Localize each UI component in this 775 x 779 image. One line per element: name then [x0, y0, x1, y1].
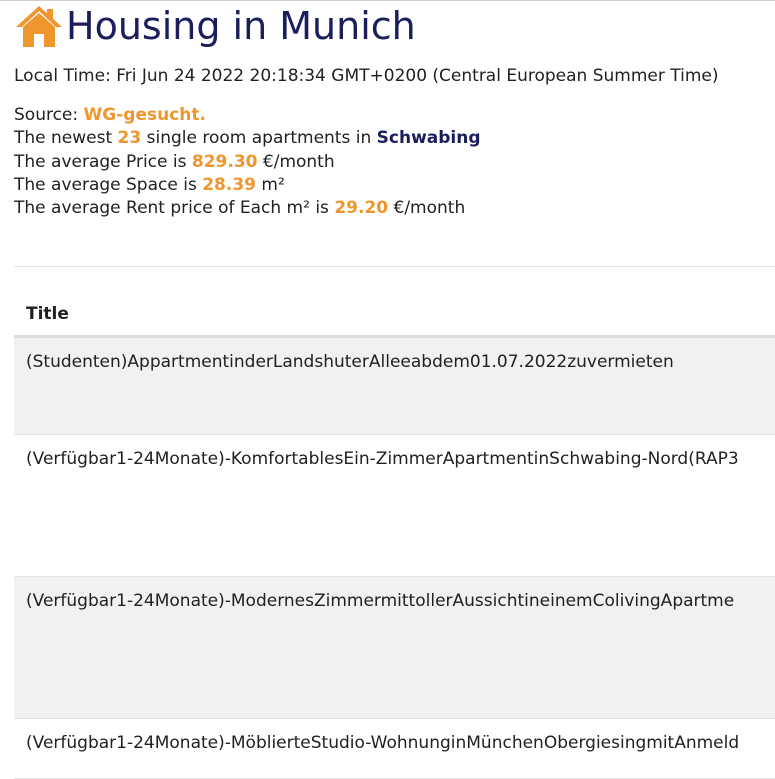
page-title: Housing in Munich	[66, 4, 416, 48]
avg-price-line: The average Price is 829.30 €/month	[14, 151, 481, 174]
avg-space-prefix: The average Space is	[14, 174, 203, 195]
avg-rent-unit: €/month	[388, 198, 466, 219]
table-row[interactable]: (Verfügbar1-24Monate)-MöblierteStudio-Wo…	[14, 719, 775, 779]
newest-middle: single room apartments in	[141, 128, 377, 149]
table-row[interactable]: (Verfügbar1-24Monate)-ModernesZimmermitt…	[14, 577, 775, 719]
source-line: Source: WG-gesucht.	[14, 104, 481, 127]
source-link[interactable]: WG-gesucht.	[84, 105, 206, 125]
avg-rent-line: The average Rent price of Each m² is 29.…	[14, 197, 481, 220]
source-label: Source:	[14, 105, 84, 125]
avg-price-unit: €/month	[257, 151, 335, 172]
newest-line: The newest 23 single room apartments in …	[14, 127, 481, 150]
avg-price-prefix: The average Price is	[14, 151, 192, 172]
avg-space-value: 28.39	[202, 174, 256, 195]
page-header: Housing in Munich	[14, 2, 416, 50]
top-border	[0, 0, 775, 1]
local-time: Local Time: Fri Jun 24 2022 20:18:34 GMT…	[14, 66, 719, 86]
stats-summary: Source: WG-gesucht. The newest 23 single…	[14, 104, 481, 220]
table-header-title: Title	[14, 290, 775, 338]
table-row[interactable]: (Studenten)AppartmentinderLandshuterAlle…	[14, 338, 775, 435]
home-icon	[14, 3, 64, 49]
newest-prefix: The newest	[14, 128, 118, 149]
listing-count: 23	[117, 128, 142, 149]
avg-space-unit: m²	[256, 174, 285, 195]
avg-rent-prefix: The average Rent price of Each m² is	[14, 198, 335, 219]
section-divider	[14, 266, 775, 267]
avg-rent-value: 29.20	[334, 198, 389, 219]
district-name: Schwabing	[376, 128, 481, 149]
avg-space-line: The average Space is 28.39 m²	[14, 174, 481, 197]
avg-price-value: 829.30	[191, 151, 258, 172]
listings-table: Title (Studenten)AppartmentinderLandshut…	[14, 290, 775, 779]
table-row[interactable]: (Verfügbar1-24Monate)-KomfortablesEin-Zi…	[14, 435, 775, 577]
